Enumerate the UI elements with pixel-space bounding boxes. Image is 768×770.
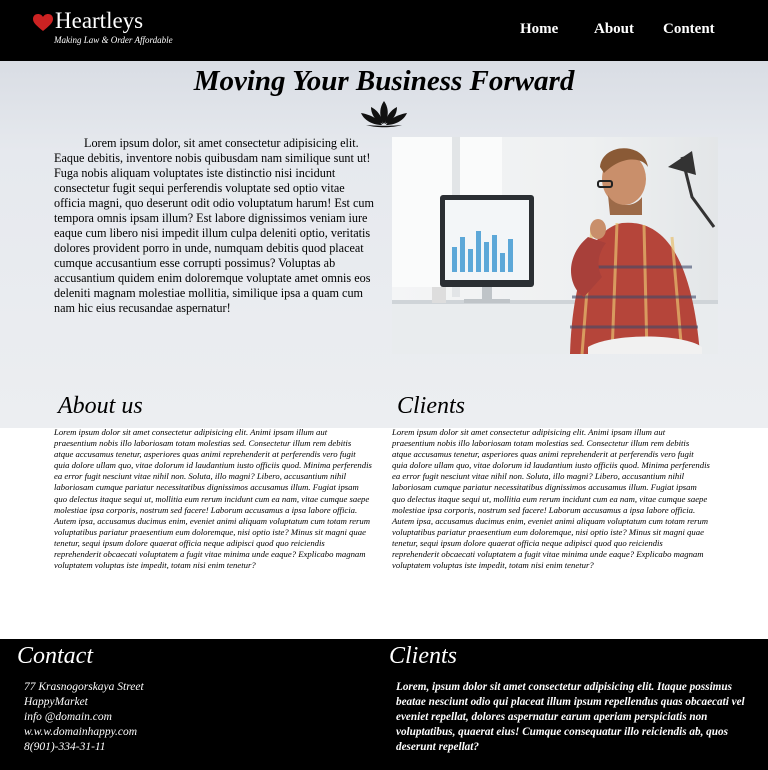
site-header: Heartleys Making Law & Order Affordable … (0, 0, 768, 61)
address-phone: 8(901)-334-31-11 (24, 741, 106, 753)
hero-photo (392, 137, 718, 354)
footer-clients-title: Clients (389, 643, 458, 669)
footer-clients-text: Lorem, ipsum dolor sit amet consectetur … (396, 681, 745, 753)
address-email[interactable]: info @domain.com (24, 710, 144, 725)
about-text: Lorem ipsum dolor sit amet consectetur a… (54, 427, 372, 571)
address-website[interactable]: w.w.w.domainhappy.com (24, 725, 144, 740)
nav-about[interactable]: About (594, 21, 634, 38)
clients-title: Clients (397, 393, 466, 419)
office-scene-image (392, 137, 718, 354)
hero-paragraph: Lorem ipsum dolor, sit amet consectetur … (54, 136, 374, 315)
brand-name: Heartleys (55, 8, 144, 33)
footer-contact-title: Contact (17, 643, 93, 669)
clients-text: Lorem ipsum dolor sit amet consectetur a… (392, 427, 710, 571)
address-company: HappyMarket (24, 696, 88, 708)
lotus-icon (361, 101, 407, 128)
nav-content[interactable]: Content (663, 21, 715, 38)
address-street: 77 Krasnogorskaya Street (24, 681, 144, 693)
heart-icon (33, 14, 53, 31)
footer-address: 77 Krasnogorskaya Street HappyMarket inf… (24, 680, 144, 755)
page-title: Moving Your Business Forward (193, 65, 575, 97)
brand-tagline: Making Law & Order Affordable (54, 35, 173, 45)
nav-home[interactable]: Home (520, 21, 558, 38)
about-title: About us (58, 393, 143, 419)
